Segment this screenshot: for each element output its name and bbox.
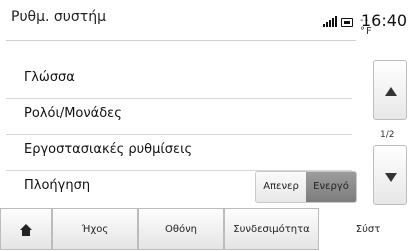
scroll-up-button[interactable] — [373, 60, 407, 120]
signal-icon — [323, 15, 337, 27]
navigation-off-option[interactable]: Απενερ — [256, 172, 306, 202]
navigation-on-option[interactable]: Ενεργό — [306, 172, 356, 202]
page-indicator: 1/2 — [380, 130, 395, 140]
menu-item-label: Γλώσσα — [24, 70, 75, 85]
arrow-up-icon — [385, 87, 397, 96]
tab-system[interactable]: Σύστ — [319, 208, 417, 250]
menu-item-clock-units[interactable]: Ρολόι/Μονάδες — [12, 98, 342, 136]
tab-display[interactable]: Οθόνη — [138, 208, 224, 250]
tab-home[interactable] — [0, 208, 52, 250]
clock-time: 16:40 — [361, 11, 408, 30]
menu-item-factory-reset[interactable]: Εργοστασιακές ρυθμίσεις — [12, 134, 342, 172]
tab-connectivity[interactable]: Συνδεσιμότητα — [224, 208, 319, 250]
page-title: Ρυθμ. συστήμ — [11, 9, 106, 25]
battery-icon — [341, 18, 353, 27]
system-settings-screen: Ρυθμ. συστήμ --°F 16:40 Γλώσσα Ρολόι/Μον… — [0, 0, 417, 250]
arrow-down-icon — [385, 173, 397, 182]
tab-sound[interactable]: Ήχος — [52, 208, 138, 250]
navigation-toggle[interactable]: Απενερ Ενεργό — [255, 171, 357, 203]
scroll-down-button[interactable] — [373, 145, 407, 205]
menu-item-language[interactable]: Γλώσσα — [12, 62, 342, 100]
bottom-tab-bar: Ήχος Οθόνη Συνδεσιμότητα Σύστ — [0, 208, 417, 250]
menu-item-label: Ρολόι/Μονάδες — [24, 106, 122, 121]
header: Ρυθμ. συστήμ --°F 16:40 — [0, 0, 417, 50]
menu-item-label: Πλοήγηση — [24, 178, 91, 193]
menu-item-label: Εργοστασιακές ρυθμίσεις — [24, 142, 193, 157]
header-divider — [6, 40, 356, 41]
